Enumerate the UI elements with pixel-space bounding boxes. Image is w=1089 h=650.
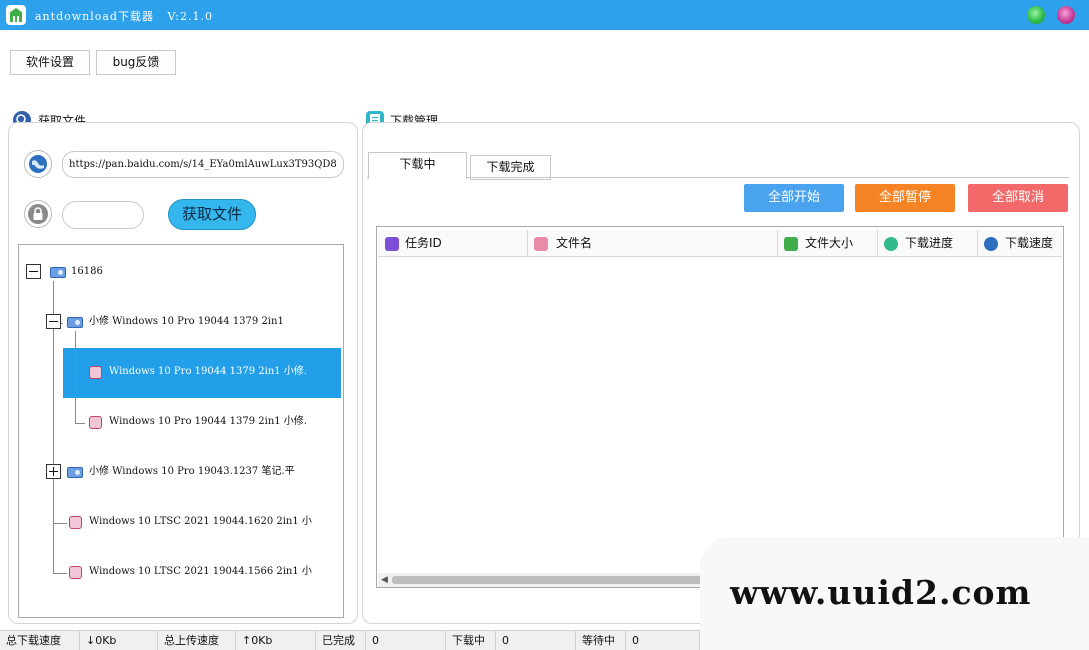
column-file-size[interactable]: 文件大小 (778, 230, 878, 257)
downloading-label: 下载中 (446, 631, 496, 650)
tree-node-label: Windows 10 Pro 19044 1379 2in1 小修. (109, 416, 307, 427)
tree-node-file-4[interactable]: Windows 10 LTSC 2021 19044.1566 2in1 小 (67, 562, 333, 582)
settings-button[interactable]: 软件设置 (10, 50, 90, 75)
grid-header: 任务ID 文件名 文件大小 下载进度 下载速度 (378, 230, 1062, 257)
extract-code-input[interactable] (62, 201, 144, 229)
window-title: antdownload下载器 V:2.1.0 (35, 8, 213, 24)
file-icon (69, 566, 82, 579)
tab-divider (367, 177, 1069, 178)
edit-icon (385, 237, 399, 251)
tree-node-label: Windows 10 LTSC 2021 19044.1566 2in1 小 (89, 566, 312, 577)
file-tree[interactable]: 16186 小修 Windows 10 Pro 19044 1379 2in1 … (18, 244, 344, 618)
tab-downloading[interactable]: 下载中 (368, 152, 467, 179)
tree-node-folder-1[interactable]: 小修 Windows 10 Pro 19044 1379 2in1 (43, 312, 343, 332)
scrollbar-thumb[interactable] (392, 576, 702, 584)
tree-node-folder-2[interactable]: 小修 Windows 10 Pro 19043.1237 笔记.平 (43, 462, 343, 482)
lock-icon (24, 200, 52, 228)
watermark-text: www.uuid2.com (730, 573, 1032, 612)
waiting-count: 0 (626, 631, 700, 650)
fetch-files-button[interactable]: 获取文件 (168, 199, 256, 230)
tree-node-label: Windows 10 LTSC 2021 19044.1620 2in1 小 (89, 516, 312, 527)
tree-node-label: 16186 (71, 266, 103, 277)
folder-icon (67, 317, 83, 328)
close-button[interactable] (1057, 6, 1075, 24)
total-upload-value: ↑0Kb (236, 631, 316, 650)
globe-icon (984, 237, 998, 251)
column-file-name[interactable]: 文件名 (528, 230, 778, 257)
collapse-icon[interactable] (46, 314, 61, 329)
download-task-grid[interactable]: 任务ID 文件名 文件大小 下载进度 下载速度 ◀ (376, 226, 1064, 588)
pause-all-button[interactable]: 全部暂停 (855, 184, 955, 212)
expand-icon[interactable] (46, 464, 61, 479)
tree-line (53, 523, 67, 524)
start-all-button[interactable]: 全部开始 (744, 184, 844, 212)
tree-node-file-1[interactable]: Windows 10 Pro 19044 1379 2in1 小修. (85, 362, 341, 382)
scroll-left-arrow-icon[interactable]: ◀ (381, 575, 388, 585)
folder-icon (50, 267, 66, 278)
box-icon (784, 237, 798, 251)
tree-node-file-3[interactable]: Windows 10 LTSC 2021 19044.1620 2in1 小 (67, 512, 333, 532)
file-icon (69, 516, 82, 529)
watermark: www.uuid2.com (700, 537, 1089, 650)
downloading-count: 0 (496, 631, 576, 650)
app-logo-icon (6, 5, 26, 25)
cancel-all-button[interactable]: 全部取消 (968, 184, 1068, 212)
tree-line (75, 423, 85, 424)
check-icon (884, 237, 898, 251)
link-globe-icon (24, 150, 52, 178)
tree-node-label: 小修 Windows 10 Pro 19044 1379 2in1 (89, 316, 284, 327)
tree-line (75, 331, 76, 423)
tree-line (53, 573, 67, 574)
column-progress[interactable]: 下载进度 (878, 230, 978, 257)
waiting-label: 等待中 (576, 631, 626, 650)
total-upload-label: 总上传速度 (158, 631, 236, 650)
column-task-id[interactable]: 任务ID (378, 230, 528, 257)
share-url-input[interactable]: https://pan.baidu.com/s/14_EYa0mlAuwLux3… (62, 151, 344, 178)
tree-node-label: Windows 10 Pro 19044 1379 2in1 小修. (109, 366, 307, 377)
app-version: V:2.1.0 (167, 10, 214, 23)
file-icon (534, 237, 548, 251)
completed-label: 已完成 (316, 631, 366, 650)
bug-feedback-button[interactable]: bug反馈 (96, 50, 176, 75)
column-speed[interactable]: 下载速度 (978, 230, 1062, 257)
folder-icon (67, 467, 83, 478)
completed-count: 0 (366, 631, 446, 650)
total-download-label: 总下载速度 (0, 631, 80, 650)
tree-node-root[interactable]: 16186 (23, 262, 343, 282)
app-name: antdownload下载器 (35, 10, 154, 23)
file-icon (89, 366, 102, 379)
file-icon (89, 416, 102, 429)
collapse-icon[interactable] (26, 264, 41, 279)
total-download-value: ↓0Kb (80, 631, 158, 650)
minimize-button[interactable] (1027, 6, 1045, 24)
tree-node-label: 小修 Windows 10 Pro 19043.1237 笔记.平 (89, 466, 295, 477)
tree-node-file-2[interactable]: Windows 10 Pro 19044 1379 2in1 小修. (85, 412, 341, 432)
title-bar: antdownload下载器 V:2.1.0 (0, 0, 1089, 30)
